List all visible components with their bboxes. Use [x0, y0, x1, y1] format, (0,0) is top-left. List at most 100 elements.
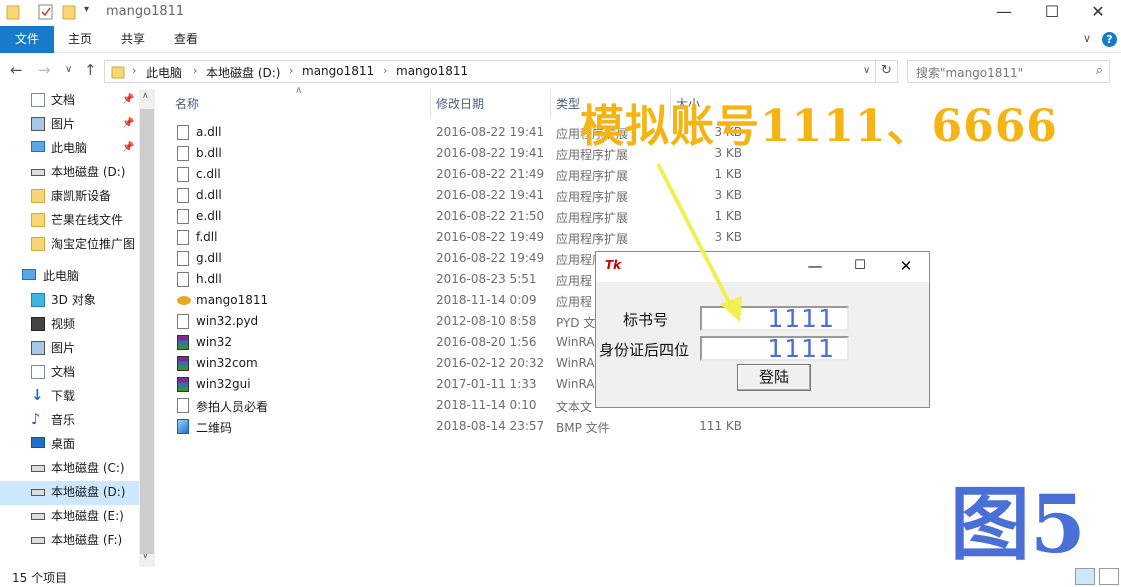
tab-home[interactable]: 主页 [60, 26, 100, 53]
figure-label: 图5 [950, 477, 1086, 571]
large-icons-view-icon[interactable] [1099, 568, 1119, 585]
file-row[interactable]: 二维码 2018-08-14 23:57 BMP 文件 111 KB [155, 416, 755, 437]
breadcrumb-this-pc[interactable]: 此电脑 [146, 64, 182, 81]
file-name: 二维码 [196, 421, 233, 435]
nav-item-downloads[interactable]: ↓ 下载 [0, 385, 140, 409]
column-header-type[interactable]: 类型 [556, 95, 580, 112]
explorer-window: ▾ mango1811 — ☐ ✕ 文件 主页 共享 查看 ∨ ? ← → ∨ … [0, 0, 1121, 587]
address-row: ← → ∨ ↑ › 此电脑 › 本地磁盘 (D:) › mango1811 › … [0, 53, 1121, 89]
computer-icon [22, 269, 36, 280]
pin-icon: 📌 [122, 142, 135, 153]
recent-locations-icon[interactable]: ∨ [65, 64, 72, 75]
column-header-name[interactable]: 名称 [175, 95, 199, 112]
file-date: 2016-08-22 19:49 [436, 230, 545, 244]
file-type: WinRA [556, 356, 595, 370]
nav-label: 图片 [51, 341, 76, 355]
nav-label: 芒果在线文件 [51, 213, 124, 227]
file-name: e.dll [196, 209, 222, 223]
drive-icon [31, 513, 45, 520]
dll-file-icon [177, 272, 189, 287]
nav-item-drive-d-quick[interactable]: 本地磁盘 (D:) [0, 161, 140, 185]
breadcrumb-mango1811-sub[interactable]: mango1811 [396, 64, 468, 78]
nav-item-this-pc-quick[interactable]: 此电脑 📌 [0, 137, 140, 161]
customize-toolbar-icon[interactable]: ▾ [84, 4, 89, 15]
pictures-icon [31, 117, 45, 131]
nav-item-this-pc[interactable]: 此电脑 [0, 265, 140, 289]
file-type: 应用程 [556, 274, 593, 288]
search-input[interactable]: 搜索"mango1811" ⌕ [907, 60, 1110, 83]
column-divider[interactable] [430, 89, 431, 117]
breadcrumb-drive-d[interactable]: 本地磁盘 (D:) [206, 64, 280, 81]
nav-item-drive-d[interactable]: 本地磁盘 (D:) [0, 481, 140, 505]
column-header-modified[interactable]: 修改日期 [436, 95, 484, 112]
drive-icon [31, 537, 45, 544]
address-bar[interactable]: › 此电脑 › 本地磁盘 (D:) › mango1811 › mango181… [104, 60, 876, 83]
nav-item-folder[interactable]: 淘宝定位推广图 [0, 233, 140, 257]
minimize-button[interactable]: — [981, 0, 1027, 26]
help-icon[interactable]: ? [1102, 32, 1117, 47]
tab-share[interactable]: 共享 [113, 26, 153, 53]
back-arrow-icon[interactable]: ← [10, 61, 23, 79]
id-last-four-input[interactable]: 1111 [700, 334, 849, 363]
folder-icon [6, 4, 24, 22]
desktop-icon [31, 437, 45, 448]
tk-feather-icon: Tk [605, 258, 622, 272]
nav-label: 音乐 [51, 413, 76, 427]
nav-item-drive-c[interactable]: 本地磁盘 (C:) [0, 457, 140, 481]
tab-file[interactable]: 文件 [0, 26, 54, 53]
dll-file-icon [177, 209, 189, 224]
dialog-minimize-button[interactable]: — [800, 255, 830, 279]
nav-item-drive-f[interactable]: 本地磁盘 (F:) [0, 529, 140, 553]
nav-item-pictures[interactable]: 图片 📌 [0, 113, 140, 137]
dialog-close-button[interactable]: ✕ [891, 255, 921, 279]
column-divider[interactable] [550, 89, 551, 117]
file-size: 111 KB [699, 419, 742, 433]
nav-item-folder[interactable]: 康凯斯设备 [0, 185, 140, 209]
properties-icon[interactable] [38, 4, 56, 22]
annotation-arrow [656, 163, 742, 322]
breadcrumb-mango1811[interactable]: mango1811 [302, 64, 374, 78]
nav-item-documents[interactable]: 文档 📌 [0, 89, 140, 113]
expand-ribbon-icon[interactable]: ∨ [1083, 32, 1091, 45]
text-file-icon [177, 398, 189, 413]
dll-file-icon [177, 188, 189, 203]
maximize-button[interactable]: ☐ [1029, 0, 1075, 26]
scroll-up-icon[interactable]: ∧ [142, 91, 149, 101]
file-date: 2017-01-11 1:33 [436, 377, 537, 391]
new-folder-icon[interactable] [62, 4, 80, 22]
nav-item-desktop[interactable]: 桌面 [0, 433, 140, 457]
nav-item-pictures[interactable]: 图片 [0, 337, 140, 361]
title-bar: ▾ mango1811 — ☐ ✕ [0, 0, 1121, 26]
up-arrow-icon[interactable]: ↑ [84, 61, 97, 79]
forward-arrow-icon[interactable]: → [38, 61, 51, 79]
sort-ascending-icon: ∧ [295, 85, 303, 96]
nav-item-music[interactable]: ♪ 音乐 [0, 409, 140, 433]
dialog-maximize-button[interactable]: ☐ [845, 255, 875, 279]
nav-item-videos[interactable]: 视频 [0, 313, 140, 337]
file-type: 应用程序扩展 [556, 211, 629, 225]
breadcrumb-separator: › [193, 64, 198, 77]
video-icon [31, 317, 45, 331]
address-dropdown-icon[interactable]: ∨ [863, 65, 870, 76]
3d-objects-icon [31, 293, 45, 307]
nav-scrollbar-thumb[interactable] [140, 109, 154, 554]
nav-label: 3D 对象 [51, 293, 96, 307]
file-type: 应用程 [556, 295, 593, 309]
nav-item-folder[interactable]: 芒果在线文件 [0, 209, 140, 233]
close-button[interactable]: ✕ [1075, 0, 1121, 26]
file-type: WinRA [556, 377, 595, 391]
tab-view[interactable]: 查看 [166, 26, 206, 53]
nav-label: 康凯斯设备 [51, 189, 112, 203]
bmp-file-icon [177, 419, 189, 434]
file-date: 2016-08-22 19:41 [436, 125, 545, 139]
refresh-button[interactable]: ↻ [876, 60, 898, 83]
nav-item-drive-e[interactable]: 本地磁盘 (E:) [0, 505, 140, 529]
nav-item-3d-objects[interactable]: 3D 对象 [0, 289, 140, 313]
drive-icon [31, 169, 45, 176]
file-name: b.dll [196, 146, 222, 160]
file-type: 应用程序扩展 [556, 190, 629, 204]
file-date: 2016-08-22 19:41 [436, 188, 545, 202]
login-button[interactable]: 登陆 [737, 364, 811, 391]
file-date: 2018-11-14 0:10 [436, 398, 537, 412]
nav-item-documents[interactable]: 文档 [0, 361, 140, 385]
